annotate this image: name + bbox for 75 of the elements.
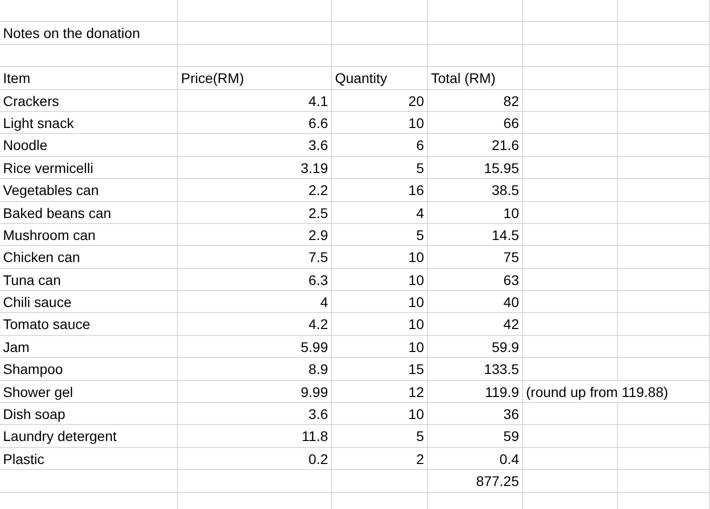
column-header: Total (RM) [431, 70, 496, 86]
column-header: Quantity [335, 70, 388, 86]
total-cell: 40 [503, 294, 519, 310]
quantity-cell: 10 [408, 272, 424, 288]
price-cell: 4.1 [308, 92, 328, 109]
price-cell: 5.99 [300, 338, 328, 355]
column-header: Item [3, 70, 30, 86]
item-cell: Shampoo [3, 361, 63, 378]
total-cell: 0.4 [500, 450, 519, 467]
price-cell: 8.9 [308, 361, 328, 378]
price-cell: 11.8 [302, 428, 328, 444]
item-cell: Baked beans can [3, 204, 112, 221]
total-cell: 10 [503, 204, 519, 221]
total-cell: 59 [503, 428, 519, 444]
item-cell: Dish soap [3, 406, 66, 422]
total-cell: 66 [503, 114, 519, 131]
price-cell: 4 [320, 294, 328, 310]
item-cell: Jam [3, 338, 30, 355]
price-cell: 7.5 [308, 249, 328, 266]
total-cell: 42 [503, 316, 519, 332]
quantity-cell: 5 [416, 428, 424, 444]
price-cell: 3.19 [300, 160, 328, 176]
total-cell: 14.5 [492, 226, 519, 243]
quantity-cell: 10 [408, 316, 424, 332]
note-text: (round up from 119.88) [526, 384, 668, 400]
quantity-cell: 6 [416, 137, 424, 154]
quantity-cell: 10 [408, 294, 424, 310]
total-cell: 59.9 [492, 338, 519, 355]
quantity-cell: 10 [408, 114, 424, 131]
price-cell: 6.3 [308, 272, 328, 288]
price-cell: 2.5 [308, 204, 328, 221]
quantity-cell: 5 [416, 160, 424, 176]
item-cell: Laundry detergent [3, 428, 117, 444]
item-cell: Shower gel [3, 384, 74, 400]
price-cell: 4.2 [308, 316, 328, 332]
item-cell: Tomato sauce [3, 316, 90, 332]
grand-total-cell: 877.25 [476, 473, 519, 490]
sheet-title: Notes on the donation [3, 25, 140, 42]
total-cell: 15.95 [484, 160, 519, 176]
column-header: Price(RM) [181, 70, 244, 86]
quantity-cell: 2 [416, 450, 424, 467]
price-cell: 0.2 [308, 450, 328, 467]
total-cell: 21.6 [492, 137, 519, 154]
item-cell: Noodle [3, 137, 48, 154]
item-cell: Plastic [3, 450, 44, 467]
quantity-cell: 20 [408, 92, 424, 109]
price-cell: 6.6 [308, 114, 328, 131]
item-cell: Mushroom can [3, 226, 96, 243]
quantity-cell: 5 [416, 226, 424, 243]
item-cell: Tuna can [3, 272, 61, 288]
item-cell: Vegetables can [3, 182, 99, 198]
total-cell: 38.5 [492, 182, 519, 198]
item-cell: Chicken can [3, 249, 80, 266]
quantity-cell: 15 [408, 361, 424, 378]
item-cell: Crackers [3, 92, 60, 109]
quantity-cell: 12 [408, 384, 424, 400]
total-cell: 36 [503, 406, 519, 422]
price-cell: 3.6 [308, 406, 328, 422]
price-cell: 3.6 [308, 137, 328, 154]
item-cell: Chili sauce [3, 294, 72, 310]
quantity-cell: 10 [408, 249, 424, 266]
item-cell: Light snack [3, 114, 74, 131]
price-cell: 9.99 [300, 384, 328, 400]
total-cell: 82 [503, 92, 519, 109]
quantity-cell: 4 [416, 204, 424, 221]
quantity-cell: 10 [408, 338, 424, 355]
total-cell: 133.5 [484, 361, 519, 378]
price-cell: 2.9 [308, 226, 328, 243]
total-cell: 75 [503, 249, 519, 266]
quantity-cell: 16 [408, 182, 424, 198]
total-cell: 63 [503, 272, 519, 288]
total-cell: 119.9 [485, 384, 519, 400]
quantity-cell: 10 [408, 406, 424, 422]
price-cell: 2.2 [308, 182, 328, 198]
item-cell: Rice vermicelli [3, 160, 94, 176]
